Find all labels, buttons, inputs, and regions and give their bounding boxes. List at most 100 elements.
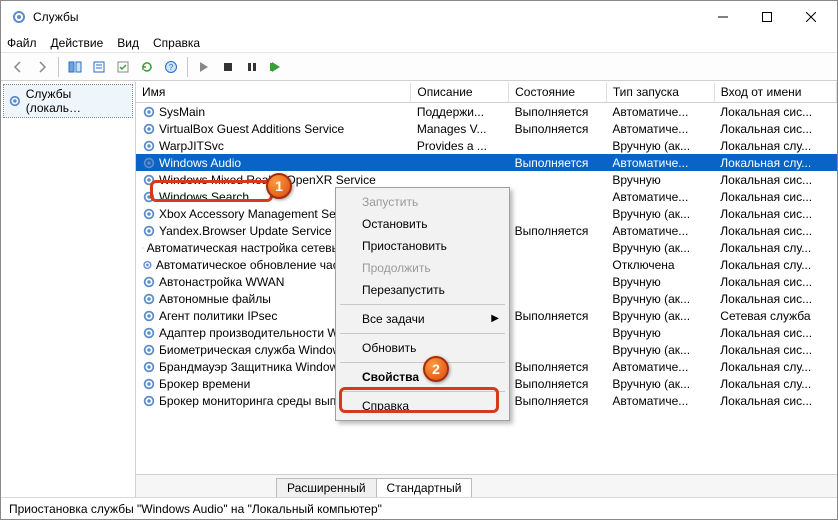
ctx-start: Запустить [338,191,507,213]
menu-action[interactable]: Действие [51,36,104,50]
service-startup: Автоматиче... [606,392,714,409]
service-icon [142,326,156,340]
back-button[interactable] [7,56,29,78]
service-logon: Локальная сис... [714,205,836,222]
service-name: SysMain [159,105,205,119]
forward-button[interactable] [31,56,53,78]
service-startup: Вручную (ак... [606,137,714,154]
ctx-help[interactable]: Справка [338,395,507,417]
service-logon: Локальная сис... [714,341,836,358]
service-desc [411,171,509,188]
help-button[interactable]: ? [160,56,182,78]
service-state: Выполняется [509,154,607,171]
service-state [509,205,607,222]
export-button[interactable] [112,56,134,78]
tab-standard[interactable]: Стандартный [376,478,473,497]
service-icon [142,139,156,153]
ctx-restart[interactable]: Перезапустить [338,279,507,301]
minimize-button[interactable] [701,2,745,32]
service-icon [142,224,156,238]
service-icon [142,377,156,391]
service-startup: Вручную (ак... [606,290,714,307]
service-startup: Автоматиче... [606,154,714,171]
service-name: Автонастройка WWAN [159,275,284,289]
chevron-right-icon: ▶ [491,313,499,324]
window-title: Службы [33,10,701,24]
ctx-stop[interactable]: Остановить [338,213,507,235]
col-state[interactable]: Состояние [509,82,607,103]
service-name: WarpJITSvc [159,139,224,153]
service-startup: Вручную (ак... [606,341,714,358]
service-desc: Поддержи... [411,103,509,121]
service-icon [142,360,156,374]
service-state [509,256,607,273]
titlebar: Службы [1,1,837,33]
col-name[interactable]: Имя [136,82,411,103]
pause-service-button[interactable] [241,56,263,78]
table-row[interactable]: Windows Mixed Reality OpenXR ServiceВруч… [136,171,837,188]
service-name: Агент политики IPsec [159,309,277,323]
menu-view[interactable]: Вид [117,36,139,50]
tab-extended[interactable]: Расширенный [276,478,377,497]
service-startup: Автоматиче... [606,120,714,137]
service-desc: Provides a ... [411,137,509,154]
show-hide-button[interactable] [64,56,86,78]
stop-service-button[interactable] [217,56,239,78]
service-logon: Локальная сис... [714,222,836,239]
service-name: Windows Search [159,190,249,204]
app-icon [11,9,27,25]
service-state [509,324,607,341]
context-menu: Запустить Остановить Приостановить Продо… [335,187,510,421]
col-logon[interactable]: Вход от имени [714,82,836,103]
table-row[interactable]: Windows Audio ВыполняетсяАвтоматиче...Лок… [136,154,837,171]
properties-button[interactable] [88,56,110,78]
menu-file[interactable]: Файл [7,36,37,50]
ctx-pause[interactable]: Приостановить [338,235,507,257]
service-logon: Локальная слу... [714,239,836,256]
refresh-button[interactable] [136,56,158,78]
service-logon: Сетевая служба [714,307,836,324]
service-startup: Вручную [606,273,714,290]
ctx-alltasks[interactable]: Все задачи▶ [338,308,507,330]
menu-help[interactable]: Справка [153,36,200,50]
service-state [509,137,607,154]
gear-icon [8,94,22,108]
service-name: Windows Audio [159,156,241,170]
service-startup: Вручную (ак... [606,307,714,324]
service-logon: Локальная сис... [714,290,836,307]
service-icon [142,292,156,306]
service-startup: Вручную [606,171,714,188]
view-tabs: Расширенный Стандартный [136,475,837,497]
service-icon [142,275,156,289]
sidebar-item-label: Службы (локаль… [26,87,128,115]
table-row[interactable]: SysMainПоддержи...ВыполняетсяАвтоматиче.… [136,103,837,121]
service-state: Выполняется [509,358,607,375]
toolbar: ? [1,53,837,81]
service-logon: Локальная слу... [714,375,836,392]
service-startup: Вручную (ак... [606,375,714,392]
table-row[interactable]: WarpJITSvcProvides a ...Вручную (ак...Ло… [136,137,837,154]
close-button[interactable] [789,2,833,32]
table-row[interactable]: VirtualBox Guest Additions ServiceManage… [136,120,837,137]
ctx-refresh[interactable]: Обновить [338,337,507,359]
service-state [509,171,607,188]
service-logon: Локальная сис... [714,171,836,188]
service-state [509,273,607,290]
service-state [509,341,607,358]
service-startup: Вручную [606,324,714,341]
service-state [509,290,607,307]
service-logon: Локальная слу... [714,256,836,273]
start-service-button[interactable] [193,56,215,78]
sidebar-item-services[interactable]: Службы (локаль… [3,84,133,118]
service-icon [142,207,156,221]
col-desc[interactable]: Описание [411,82,509,103]
service-icon [142,258,153,272]
service-icon [142,105,156,119]
col-startup[interactable]: Тип запуска [606,82,714,103]
service-logon: Локальная сис... [714,324,836,341]
menubar: Файл Действие Вид Справка [1,33,837,53]
service-startup: Автоматиче... [606,188,714,205]
restart-service-button[interactable] [265,56,287,78]
maximize-button[interactable] [745,2,789,32]
service-logon: Локальная слу... [714,154,836,171]
